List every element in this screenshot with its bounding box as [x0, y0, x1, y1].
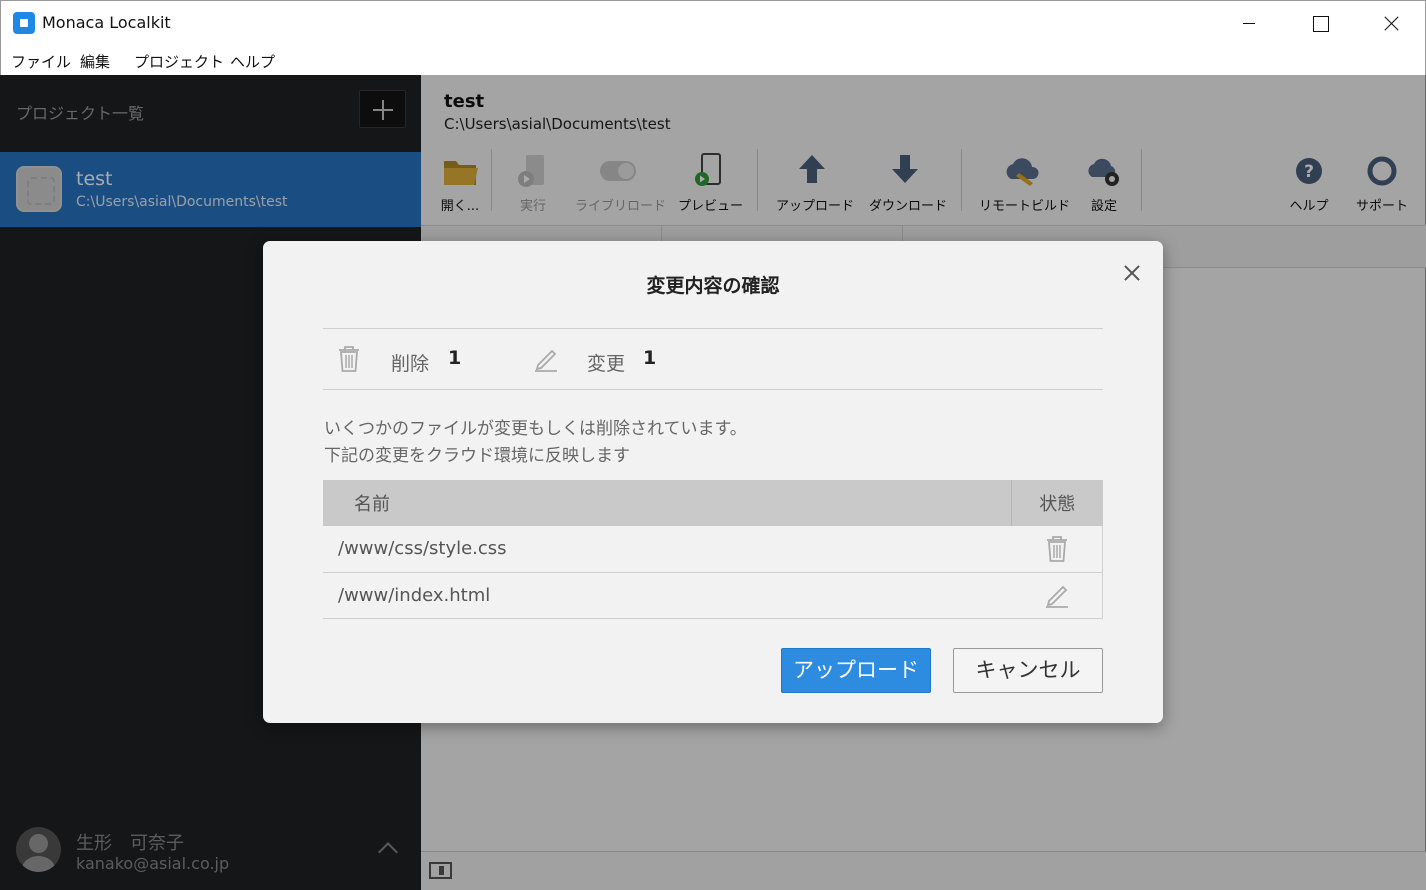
app-logo-icon — [13, 12, 35, 34]
description-line-1: いくつかのファイルが変更もしくは削除されています。 — [324, 419, 747, 439]
table-row: /www/css/style.css — [323, 526, 1103, 573]
description-line-2: 下記の変更をクラウド環境に反映します — [324, 446, 630, 466]
trash-icon — [1046, 535, 1067, 562]
file-status — [1011, 526, 1103, 573]
upload-confirm-button[interactable]: アップロード — [781, 648, 931, 693]
menu-bar: ファイル 編集 プロジェクト ヘルプ — [0, 45, 1426, 75]
minimize-button[interactable] — [1213, 1, 1283, 46]
deleted-count: 1 — [448, 347, 462, 369]
dialog-description: いくつかのファイルが変更もしくは削除されています。 下記の変更をクラウド環境に反… — [324, 416, 747, 470]
file-status — [1011, 572, 1103, 619]
dialog-close-icon[interactable] — [1121, 262, 1143, 284]
column-header-status: 状態 — [1011, 480, 1103, 526]
title-bar: Monaca Localkit — [0, 0, 1426, 45]
changed-files-table: 名前 状態 /www/css/style.css /www/index.html — [323, 480, 1103, 619]
pencil-icon — [535, 349, 557, 372]
table-row: /www/index.html — [323, 572, 1103, 619]
confirm-changes-dialog: 変更内容の確認 削除 1 変更 1 いくつかのファイルが変更もしくは削除されてい… — [263, 241, 1163, 723]
table-header-row: 名前 状態 — [323, 480, 1103, 526]
file-path: /www/index.html — [323, 572, 1012, 619]
modified-count: 1 — [643, 347, 657, 369]
menu-file[interactable]: ファイル — [11, 51, 71, 72]
deleted-label: 削除 — [391, 353, 430, 375]
change-summary: 削除 1 変更 1 — [323, 328, 1103, 390]
menu-help[interactable]: ヘルプ — [230, 51, 275, 72]
trash-icon — [339, 346, 359, 372]
column-header-name: 名前 — [323, 480, 1012, 526]
cancel-button[interactable]: キャンセル — [953, 648, 1103, 693]
menu-edit[interactable]: 編集 — [80, 51, 110, 72]
maximize-button[interactable] — [1285, 1, 1355, 46]
menu-project[interactable]: プロジェクト — [134, 51, 224, 72]
close-window-button[interactable] — [1356, 1, 1426, 46]
window-title: Monaca Localkit — [42, 13, 171, 32]
file-path: /www/css/style.css — [323, 526, 1012, 573]
modified-label: 変更 — [587, 353, 626, 375]
pencil-icon — [1045, 585, 1068, 608]
dialog-title: 変更内容の確認 — [646, 275, 780, 297]
